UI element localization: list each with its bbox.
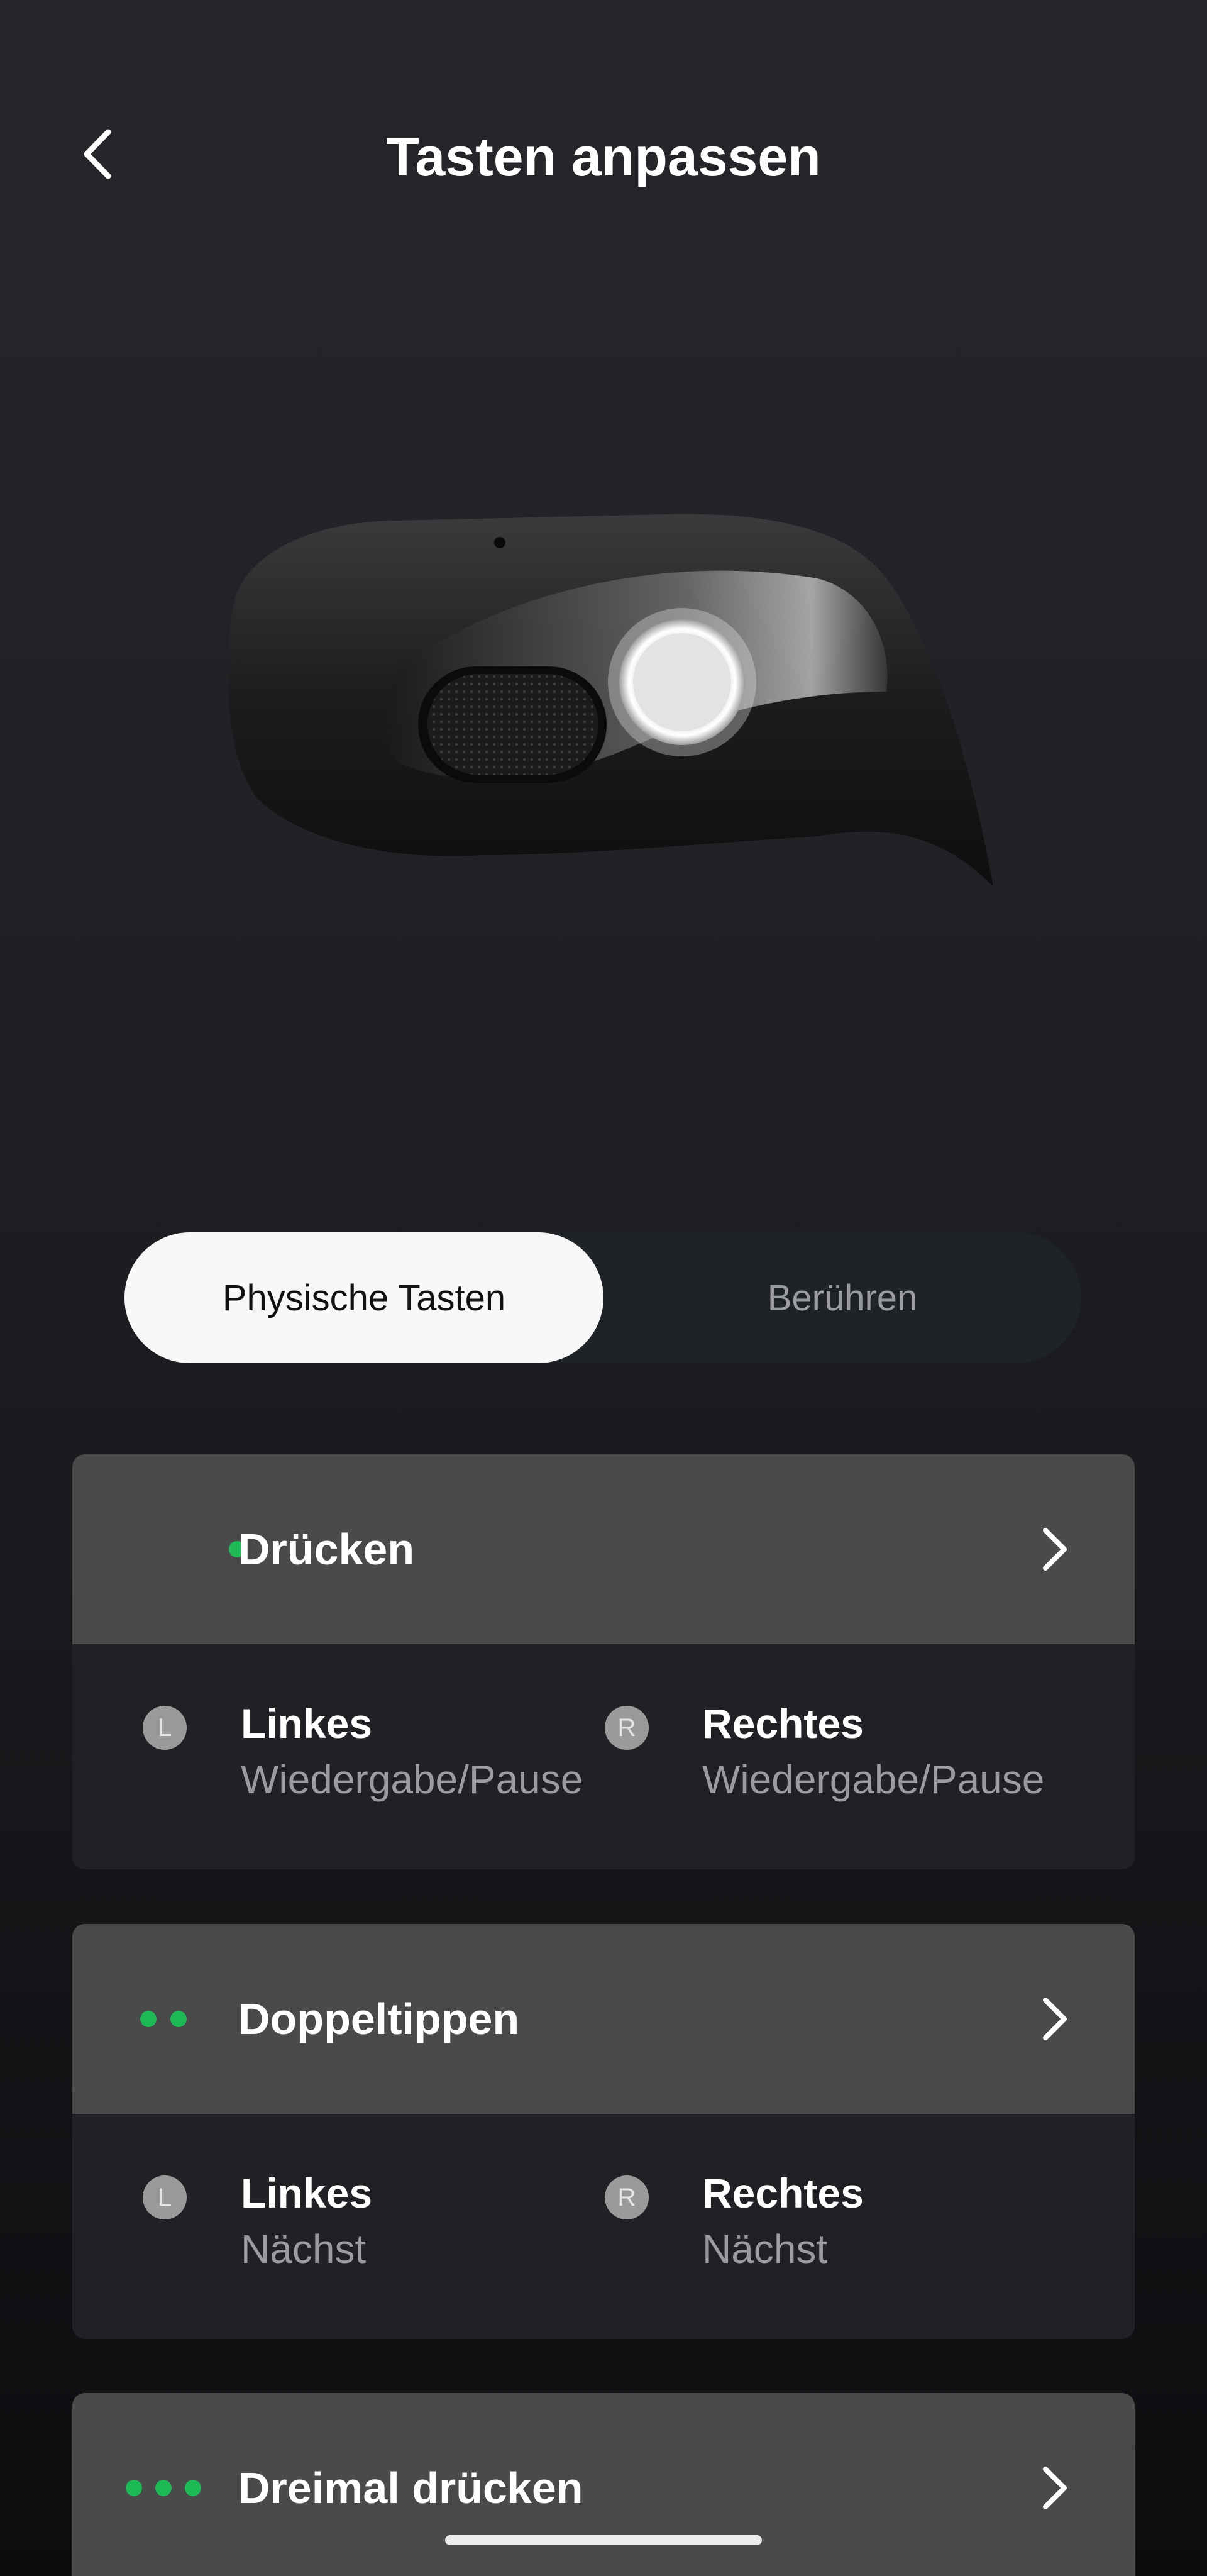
left-earbud-setting: L Linkes Wiedergabe/Pause (72, 1644, 604, 1869)
side-value: Wiedergabe/Pause (702, 1757, 1045, 1802)
indicator-dot (185, 2480, 201, 2496)
gesture-title: Dreimal drücken (238, 2463, 583, 2512)
left-earbud-setting: L Linkes Nächst (72, 2114, 604, 2339)
tab-touch[interactable]: Berühren (604, 1232, 1081, 1363)
right-earbud-setting: R Rechtes Wiedergabe/Pause (604, 1644, 1135, 1869)
left-badge: L (143, 1706, 187, 1750)
home-indicator[interactable] (445, 2535, 762, 2545)
right-badge: R (605, 2175, 649, 2219)
chevron-right-icon (1043, 1998, 1067, 2040)
chevron-right-icon (1043, 1528, 1067, 1571)
tab-switcher: Physische Tasten Berühren (124, 1232, 1081, 1363)
gesture-title: Doppeltippen (238, 1994, 520, 2043)
tab-physical-buttons[interactable]: Physische Tasten (124, 1232, 604, 1363)
gesture-card-double-tap: Doppeltippen L Linkes Nächst R Rechtes N… (72, 1924, 1135, 2339)
gesture-header-press[interactable]: Drücken (72, 1454, 1135, 1644)
earbud-image (228, 514, 994, 887)
side-name: Linkes (241, 1700, 373, 1747)
right-badge: R (605, 1706, 649, 1750)
gesture-card-press: Drücken L Linkes Wiedergabe/Pause R Rech… (72, 1454, 1135, 1869)
gesture-title: Drücken (238, 1525, 415, 1574)
indicator-dot (170, 2011, 187, 2027)
indicator-dot (126, 2480, 142, 2496)
side-name: Linkes (241, 2170, 373, 2216)
chevron-right-icon (1043, 2467, 1067, 2509)
gesture-header-double-tap[interactable]: Doppeltippen (72, 1924, 1135, 2114)
indicator-dot (140, 2011, 157, 2027)
left-badge: L (143, 2175, 187, 2219)
right-earbud-setting: R Rechtes Nächst (604, 2114, 1135, 2339)
side-name: Rechtes (702, 2170, 864, 2216)
side-value: Nächst (702, 2226, 828, 2272)
side-value: Nächst (241, 2226, 367, 2272)
side-value: Wiedergabe/Pause (241, 1757, 583, 1802)
side-name: Rechtes (702, 1700, 864, 1747)
gesture-header-triple-press[interactable]: Dreimal drücken (72, 2393, 1135, 2576)
gesture-card-triple-press: Dreimal drücken (72, 2393, 1135, 2576)
page-title: Tasten anpassen (386, 127, 821, 187)
indicator-dot (155, 2480, 172, 2496)
